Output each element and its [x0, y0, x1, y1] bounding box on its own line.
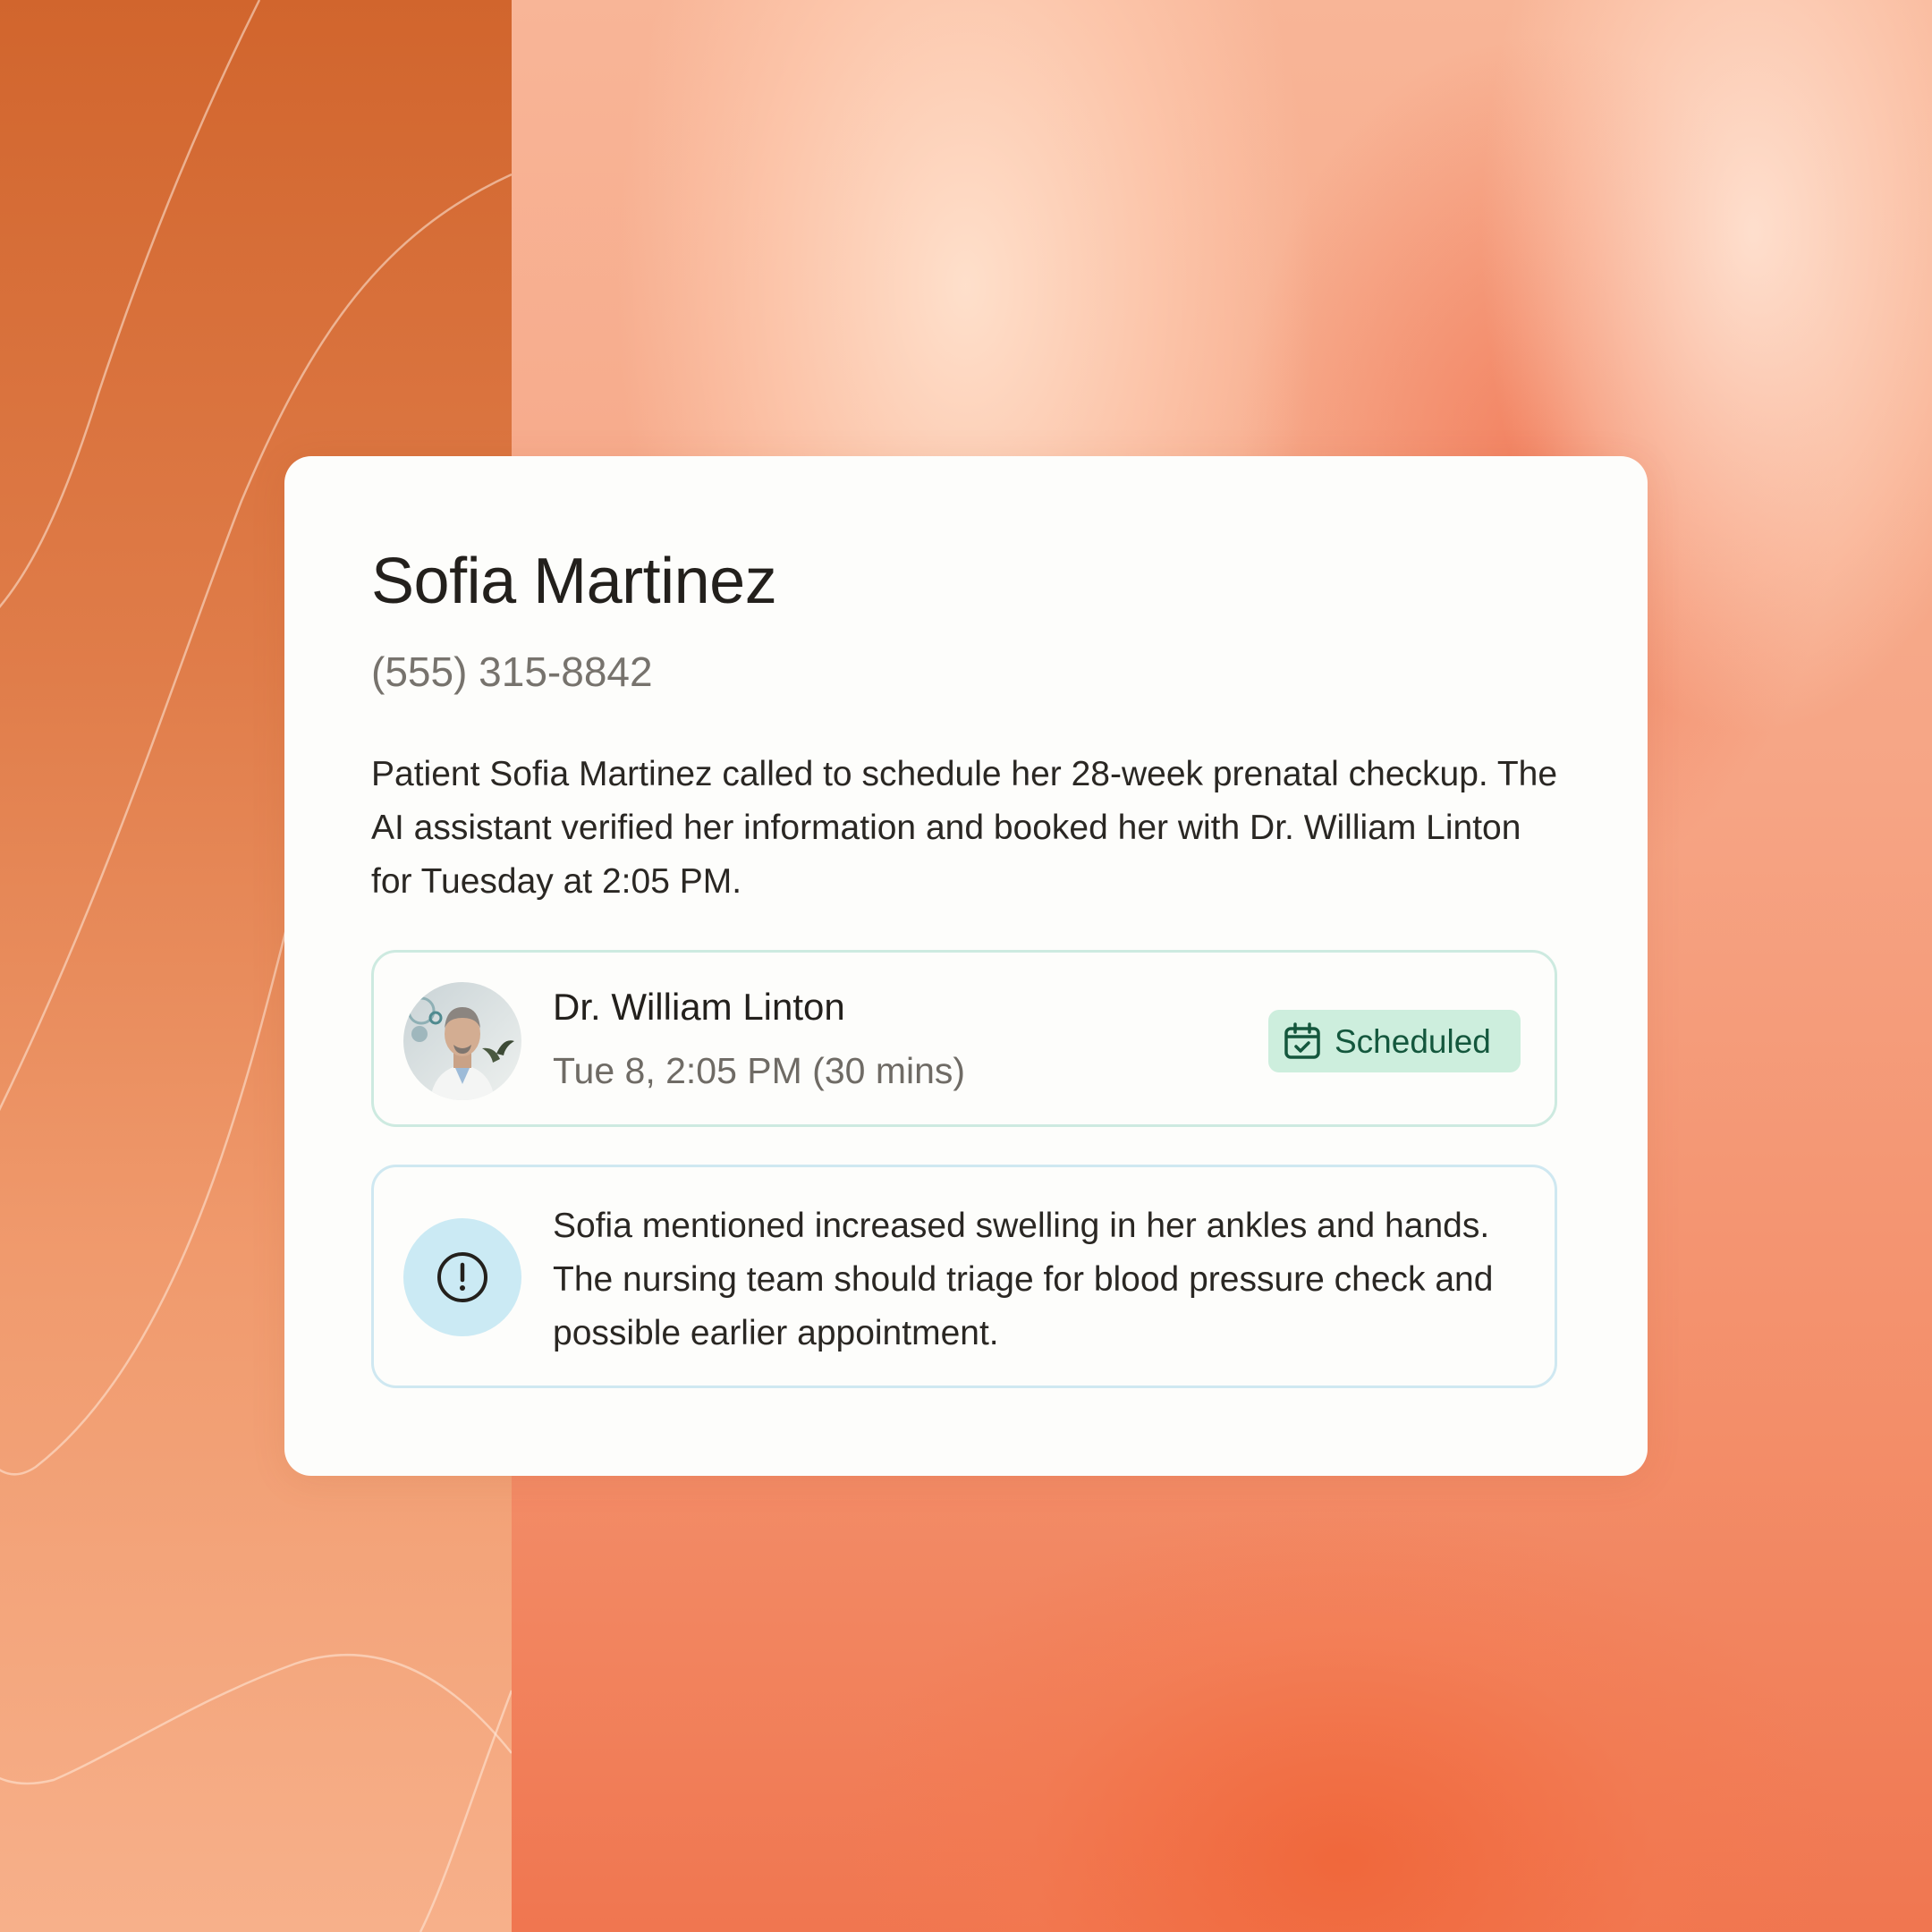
alert-text: Sofia mentioned increased swelling in he…	[553, 1207, 1494, 1352]
call-summary: Patient Sofia Martinez called to schedul…	[371, 755, 1558, 901]
exclamation-circle-icon	[437, 1252, 487, 1302]
status-badge: Scheduled	[1268, 1010, 1521, 1072]
alert-icon-badge	[403, 1218, 521, 1336]
alert-card: Sofia mentioned increased swelling in he…	[371, 1165, 1557, 1388]
patient-phone[interactable]: (555) 315-8842	[371, 651, 653, 692]
appointment-time: Tue 8, 2:05 PM (30 mins)	[553, 1050, 966, 1091]
patient-name: Sofia Martinez	[371, 546, 777, 617]
calendar-check-icon	[1283, 1021, 1322, 1061]
appointment-card[interactable]: Dr. William Linton Tue 8, 2:05 PM (30 mi…	[371, 950, 1557, 1127]
background: Sofia Martinez (555) 315-8842 Patient So…	[0, 0, 1932, 1932]
doctor-avatar	[403, 982, 521, 1100]
status-label: Scheduled	[1335, 1022, 1491, 1060]
doctor-name: Dr. William Linton	[553, 986, 845, 1028]
doctor-photo	[403, 982, 521, 1100]
patient-call-card: Sofia Martinez (555) 315-8842 Patient So…	[284, 456, 1648, 1476]
